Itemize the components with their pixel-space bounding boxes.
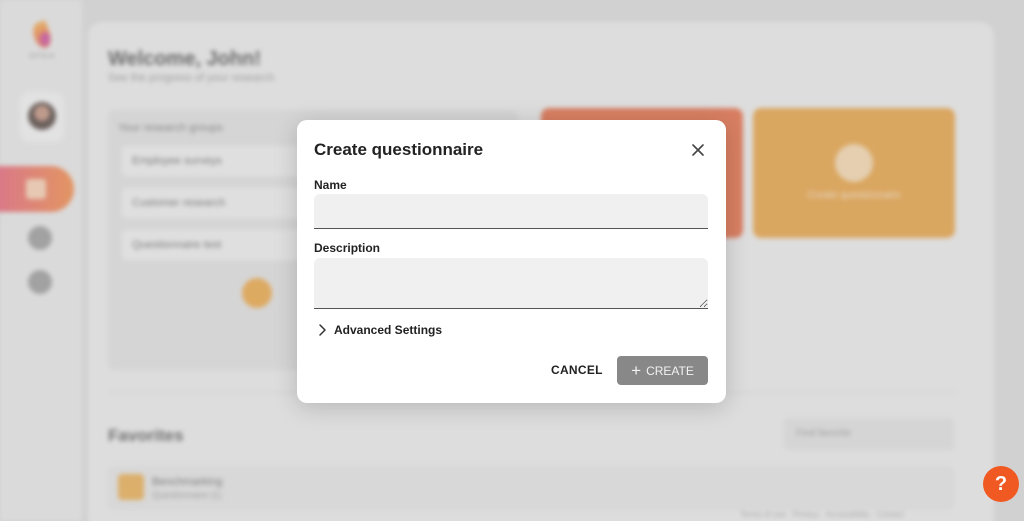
plus-icon: +: [631, 361, 642, 380]
description-input[interactable]: [314, 258, 708, 309]
cancel-button[interactable]: CANCEL: [543, 356, 611, 384]
create-button-label: CREATE: [646, 363, 694, 378]
close-icon: [692, 144, 704, 156]
close-button[interactable]: [687, 139, 709, 161]
create-questionnaire-dialog: Create questionnaire Name Description Ad…: [297, 120, 726, 403]
question-icon: ?: [994, 472, 1008, 495]
advanced-settings-toggle[interactable]: Advanced Settings: [314, 320, 442, 340]
create-button[interactable]: + CREATE: [617, 356, 708, 385]
description-label: Description: [314, 241, 381, 255]
advanced-settings-label: Advanced Settings: [334, 323, 443, 337]
dialog-title: Create questionnaire: [314, 140, 484, 159]
name-input[interactable]: [314, 194, 708, 229]
help-button[interactable]: ?: [983, 466, 1019, 502]
name-label: Name: [314, 178, 347, 192]
chevron-right-icon: [319, 324, 326, 336]
